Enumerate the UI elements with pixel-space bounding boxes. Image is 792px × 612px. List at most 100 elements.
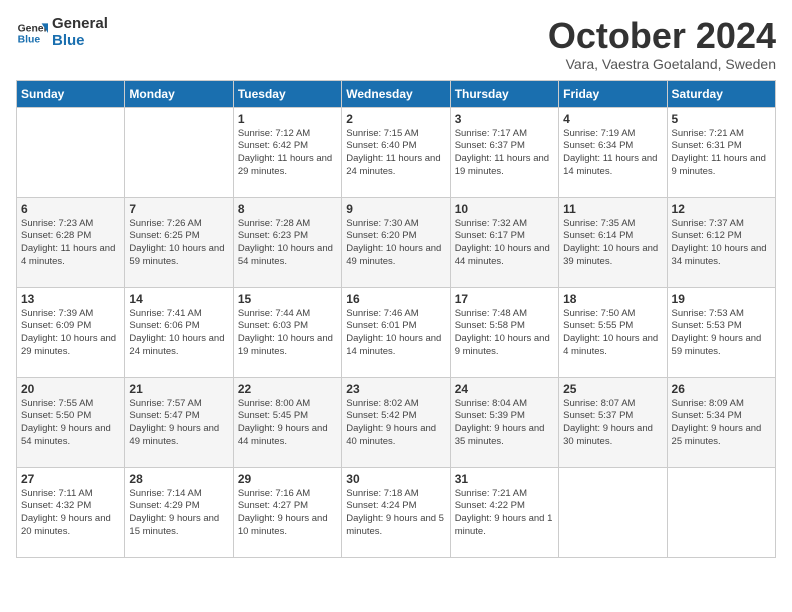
calendar-cell: 25 Sunrise: 8:07 AM Sunset: 5:37 PM Dayli… bbox=[559, 377, 667, 467]
calendar-cell: 2 Sunrise: 7:15 AM Sunset: 6:40 PM Daylig… bbox=[342, 107, 450, 197]
weekday-label: Sunday bbox=[17, 80, 125, 107]
cell-info: Sunrise: 8:07 AM Sunset: 5:37 PM Dayligh… bbox=[563, 398, 662, 449]
day-number: 14 bbox=[129, 292, 228, 306]
calendar-cell: 23 Sunrise: 8:02 AM Sunset: 5:42 PM Dayli… bbox=[342, 377, 450, 467]
cell-info: Sunrise: 7:44 AM Sunset: 6:03 PM Dayligh… bbox=[238, 308, 337, 359]
day-number: 17 bbox=[455, 292, 554, 306]
cell-info: Sunrise: 7:19 AM Sunset: 6:34 PM Dayligh… bbox=[563, 128, 662, 179]
calendar-header: SundayMondayTuesdayWednesdayThursdayFrid… bbox=[17, 80, 776, 107]
calendar-cell: 18Sunrise: 7:50 AM Sunset: 5:55 PM Dayli… bbox=[559, 287, 667, 377]
cell-info: Sunrise: 7:11 AM Sunset: 4:32 PM Dayligh… bbox=[21, 488, 120, 539]
day-number: 12 bbox=[672, 202, 771, 216]
cell-info: Sunrise: 7:55 AM Sunset: 5:50 PM Dayligh… bbox=[21, 398, 120, 449]
weekday-label: Saturday bbox=[667, 80, 775, 107]
calendar-cell: 21 Sunrise: 7:57 AM Sunset: 5:47 PM Dayli… bbox=[125, 377, 233, 467]
calendar-week-row: 20 Sunrise: 7:55 AM Sunset: 5:50 PM Dayli… bbox=[17, 377, 776, 467]
day-number: 11 bbox=[563, 202, 662, 216]
calendar-body: 1Sunrise: 7:12 AM Sunset: 6:42 PM Daylig… bbox=[17, 107, 776, 557]
calendar-table: SundayMondayTuesdayWednesdayThursdayFrid… bbox=[16, 80, 776, 558]
cell-info: Sunrise: 7:28 AM Sunset: 6:23 PM Dayligh… bbox=[238, 218, 337, 269]
month-title: October 2024 bbox=[548, 16, 776, 56]
day-number: 10 bbox=[455, 202, 554, 216]
day-number: 26 bbox=[672, 382, 771, 396]
calendar-cell: 7 Sunrise: 7:26 AM Sunset: 6:25 PM Daylig… bbox=[125, 197, 233, 287]
day-number: 6 bbox=[21, 202, 120, 216]
calendar-cell: 12 Sunrise: 7:37 AM Sunset: 6:12 PM Dayli… bbox=[667, 197, 775, 287]
svg-text:Blue: Blue bbox=[18, 34, 41, 45]
weekday-label: Thursday bbox=[450, 80, 558, 107]
cell-info: Sunrise: 7:53 AM Sunset: 5:53 PM Dayligh… bbox=[672, 308, 771, 359]
calendar-cell: 29 Sunrise: 7:16 AM Sunset: 4:27 PM Dayli… bbox=[233, 467, 341, 557]
day-number: 25 bbox=[563, 382, 662, 396]
cell-info: Sunrise: 7:12 AM Sunset: 6:42 PM Dayligh… bbox=[238, 128, 337, 179]
logo-line2: Blue bbox=[52, 33, 108, 50]
cell-info: Sunrise: 8:04 AM Sunset: 5:39 PM Dayligh… bbox=[455, 398, 554, 449]
day-number: 20 bbox=[21, 382, 120, 396]
cell-info: Sunrise: 8:09 AM Sunset: 5:34 PM Dayligh… bbox=[672, 398, 771, 449]
cell-info: Sunrise: 7:39 AM Sunset: 6:09 PM Dayligh… bbox=[21, 308, 120, 359]
calendar-cell: 4Sunrise: 7:19 AM Sunset: 6:34 PM Daylig… bbox=[559, 107, 667, 197]
day-number: 2 bbox=[346, 112, 445, 126]
day-number: 16 bbox=[346, 292, 445, 306]
calendar-cell: 28 Sunrise: 7:14 AM Sunset: 4:29 PM Dayli… bbox=[125, 467, 233, 557]
calendar-cell: 10 Sunrise: 7:32 AM Sunset: 6:17 PM Dayli… bbox=[450, 197, 558, 287]
day-number: 28 bbox=[129, 472, 228, 486]
calendar-week-row: 6 Sunrise: 7:23 AM Sunset: 6:28 PM Daylig… bbox=[17, 197, 776, 287]
day-number: 13 bbox=[21, 292, 120, 306]
cell-info: Sunrise: 7:15 AM Sunset: 6:40 PM Dayligh… bbox=[346, 128, 445, 179]
calendar-cell: 6 Sunrise: 7:23 AM Sunset: 6:28 PM Daylig… bbox=[17, 197, 125, 287]
weekday-label: Tuesday bbox=[233, 80, 341, 107]
day-number: 15 bbox=[238, 292, 337, 306]
cell-info: Sunrise: 7:21 AM Sunset: 4:22 PM Dayligh… bbox=[455, 488, 554, 539]
logo: General Blue General Blue bbox=[16, 16, 108, 49]
calendar-week-row: 27 Sunrise: 7:11 AM Sunset: 4:32 PM Dayli… bbox=[17, 467, 776, 557]
day-number: 27 bbox=[21, 472, 120, 486]
calendar-cell: 5 Sunrise: 7:21 AM Sunset: 6:31 PM Daylig… bbox=[667, 107, 775, 197]
cell-info: Sunrise: 7:18 AM Sunset: 4:24 PM Dayligh… bbox=[346, 488, 445, 539]
calendar-cell: 1Sunrise: 7:12 AM Sunset: 6:42 PM Daylig… bbox=[233, 107, 341, 197]
day-number: 5 bbox=[672, 112, 771, 126]
weekday-label: Monday bbox=[125, 80, 233, 107]
calendar-cell: 11Sunrise: 7:35 AM Sunset: 6:14 PM Dayli… bbox=[559, 197, 667, 287]
cell-info: Sunrise: 7:50 AM Sunset: 5:55 PM Dayligh… bbox=[563, 308, 662, 359]
calendar-cell: 20 Sunrise: 7:55 AM Sunset: 5:50 PM Dayli… bbox=[17, 377, 125, 467]
calendar-week-row: 1Sunrise: 7:12 AM Sunset: 6:42 PM Daylig… bbox=[17, 107, 776, 197]
cell-info: Sunrise: 8:00 AM Sunset: 5:45 PM Dayligh… bbox=[238, 398, 337, 449]
cell-info: Sunrise: 7:41 AM Sunset: 6:06 PM Dayligh… bbox=[129, 308, 228, 359]
weekday-header-row: SundayMondayTuesdayWednesdayThursdayFrid… bbox=[17, 80, 776, 107]
cell-info: Sunrise: 7:37 AM Sunset: 6:12 PM Dayligh… bbox=[672, 218, 771, 269]
day-number: 9 bbox=[346, 202, 445, 216]
day-number: 23 bbox=[346, 382, 445, 396]
cell-info: Sunrise: 7:32 AM Sunset: 6:17 PM Dayligh… bbox=[455, 218, 554, 269]
calendar-cell: 19 Sunrise: 7:53 AM Sunset: 5:53 PM Dayli… bbox=[667, 287, 775, 377]
calendar-cell: 27 Sunrise: 7:11 AM Sunset: 4:32 PM Dayli… bbox=[17, 467, 125, 557]
day-number: 30 bbox=[346, 472, 445, 486]
day-number: 29 bbox=[238, 472, 337, 486]
day-number: 19 bbox=[672, 292, 771, 306]
calendar-cell: 16Sunrise: 7:46 AM Sunset: 6:01 PM Dayli… bbox=[342, 287, 450, 377]
cell-info: Sunrise: 7:17 AM Sunset: 6:37 PM Dayligh… bbox=[455, 128, 554, 179]
day-number: 21 bbox=[129, 382, 228, 396]
day-number: 7 bbox=[129, 202, 228, 216]
day-number: 24 bbox=[455, 382, 554, 396]
calendar-cell: 15 Sunrise: 7:44 AM Sunset: 6:03 PM Dayli… bbox=[233, 287, 341, 377]
calendar-cell bbox=[667, 467, 775, 557]
cell-info: Sunrise: 7:48 AM Sunset: 5:58 PM Dayligh… bbox=[455, 308, 554, 359]
cell-info: Sunrise: 7:23 AM Sunset: 6:28 PM Dayligh… bbox=[21, 218, 120, 269]
title-block: October 2024 Vara, Vaestra Goetaland, Sw… bbox=[548, 16, 776, 72]
day-number: 31 bbox=[455, 472, 554, 486]
calendar-cell bbox=[559, 467, 667, 557]
calendar-cell: 3 Sunrise: 7:17 AM Sunset: 6:37 PM Daylig… bbox=[450, 107, 558, 197]
cell-info: Sunrise: 7:26 AM Sunset: 6:25 PM Dayligh… bbox=[129, 218, 228, 269]
calendar-cell: 22 Sunrise: 8:00 AM Sunset: 5:45 PM Dayli… bbox=[233, 377, 341, 467]
cell-info: Sunrise: 7:57 AM Sunset: 5:47 PM Dayligh… bbox=[129, 398, 228, 449]
cell-info: Sunrise: 7:14 AM Sunset: 4:29 PM Dayligh… bbox=[129, 488, 228, 539]
cell-info: Sunrise: 7:21 AM Sunset: 6:31 PM Dayligh… bbox=[672, 128, 771, 179]
cell-info: Sunrise: 7:16 AM Sunset: 4:27 PM Dayligh… bbox=[238, 488, 337, 539]
day-number: 3 bbox=[455, 112, 554, 126]
day-number: 22 bbox=[238, 382, 337, 396]
cell-info: Sunrise: 8:02 AM Sunset: 5:42 PM Dayligh… bbox=[346, 398, 445, 449]
calendar-cell: 8 Sunrise: 7:28 AM Sunset: 6:23 PM Daylig… bbox=[233, 197, 341, 287]
calendar-cell: 17 Sunrise: 7:48 AM Sunset: 5:58 PM Dayli… bbox=[450, 287, 558, 377]
day-number: 8 bbox=[238, 202, 337, 216]
